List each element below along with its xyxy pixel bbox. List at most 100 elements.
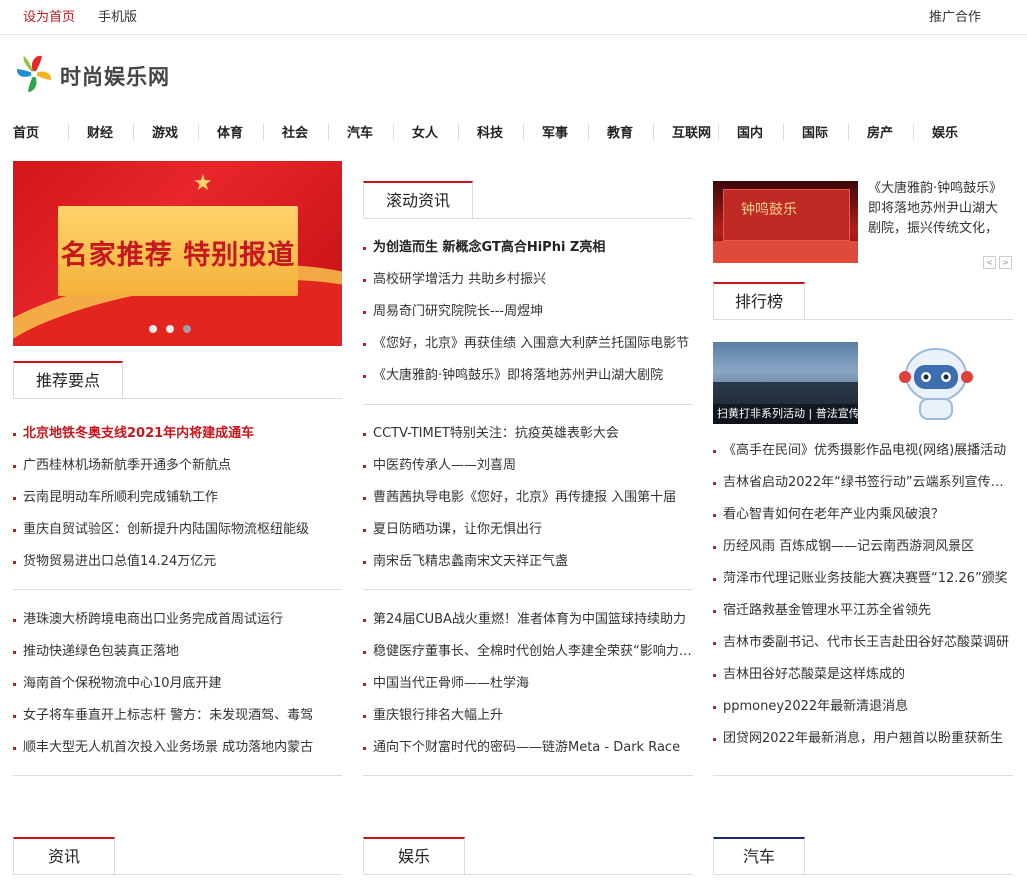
- list-item[interactable]: 曹茜茜执导电影《您好，北京》再传捷报 入围第十届: [363, 482, 693, 514]
- nav-divider: [328, 124, 329, 140]
- list-item[interactable]: 重庆自贸试验区：创新提升内陆国际物流枢纽能级: [13, 514, 342, 546]
- recommend-list-2: 港珠澳大桥跨境电商出口业务完成首周试运行 推动快递绿色包装真正落地 海南首个保税…: [13, 604, 342, 764]
- nav-item-education[interactable]: 教育: [607, 122, 633, 141]
- nav-divider: [198, 124, 199, 140]
- list-item[interactable]: 中医药传承人——刘喜周: [363, 450, 693, 482]
- list-item[interactable]: 看心智青如何在老年产业内乘风破浪？: [713, 499, 1013, 531]
- nav-item-international[interactable]: 国际: [802, 122, 828, 141]
- banner-board: 名家推荐 特别报道: [58, 206, 298, 296]
- list-item[interactable]: 周易奇门研究院院长---周煜坤: [363, 296, 693, 328]
- list-item[interactable]: CCTV-TIMET特别关注：抗疫英雄表彰大会: [363, 418, 693, 450]
- list-item[interactable]: 宿迁路救基金管理水平江苏全省领先: [713, 595, 1013, 627]
- list-item[interactable]: 历经风雨 百炼成钢——记云南西游洞风景区: [713, 531, 1013, 563]
- nav-item-society[interactable]: 社会: [282, 122, 308, 141]
- promotion-link[interactable]: 推广合作: [929, 6, 981, 25]
- list-item[interactable]: 夏日防晒功课，让你无惧出行: [363, 514, 693, 546]
- list-item[interactable]: 吉林田谷好芯酸菜是这样炼成的: [713, 659, 1013, 691]
- nav-item-realestate[interactable]: 房产: [867, 122, 893, 141]
- nav-item-auto[interactable]: 汽车: [347, 122, 373, 141]
- nav-divider: [263, 124, 264, 140]
- ranking-image-caption: 扫黄打非系列活动 | 普法宣传: [713, 404, 858, 424]
- feature-image[interactable]: 钟鸣鼓乐: [713, 181, 858, 263]
- nav-item-tech[interactable]: 科技: [477, 122, 503, 141]
- list-item[interactable]: 港珠澳大桥跨境电商出口业务完成首周试运行: [13, 604, 342, 636]
- ranking-image[interactable]: 扫黄打非系列活动 | 普法宣传: [713, 342, 858, 424]
- tab-scroll-news[interactable]: 滚动资讯: [363, 181, 473, 219]
- section-divider: [363, 775, 693, 776]
- list-item[interactable]: 稳健医疗董事长、全棉时代创始人李建全荣获“影响力人物”: [363, 636, 693, 668]
- pinwheel-logo-icon: [16, 55, 52, 92]
- list-item[interactable]: 北京地铁冬奥支线2021年内将建成通车: [13, 418, 342, 450]
- nav-divider: [848, 124, 849, 140]
- nav-item-home[interactable]: 首页: [13, 122, 39, 141]
- feature-arrows: < >: [980, 250, 1012, 269]
- list-item[interactable]: 第24届CUBA战火重燃！准者体育为中国篮球持续助力: [363, 604, 693, 636]
- list-item[interactable]: 团贷网2022年最新消息，用户翘首以盼重获新生: [713, 723, 1013, 755]
- top-bar: 设为首页 手机版 推广合作: [0, 0, 1027, 35]
- scroll-news-list-1: 为创造而生 新概念GT高合HiPhi Z亮相 高校研学增活力 共助乡村振兴 周易…: [363, 232, 693, 392]
- section-divider: [713, 319, 1013, 320]
- tab-ranking[interactable]: 排行榜: [713, 282, 805, 320]
- nav-item-women[interactable]: 女人: [412, 122, 438, 141]
- section-divider: [13, 589, 342, 590]
- feature-caption[interactable]: 《大唐雅韵·钟鸣鼓乐》即将落地苏州尹山湖大剧院，振兴传统文化，: [868, 179, 1010, 239]
- list-item[interactable]: 广西桂林机场新航季开通多个新航点: [13, 450, 342, 482]
- stage-floor: [713, 241, 858, 263]
- site-logo[interactable]: 时尚娱乐网: [14, 52, 184, 98]
- nav-item-sports[interactable]: 体育: [217, 122, 243, 141]
- star-icon: ★: [193, 171, 213, 196]
- list-item[interactable]: 通向下个财富时代的密码——链游Meta - Dark Race: [363, 732, 693, 764]
- next-arrow-icon[interactable]: >: [999, 256, 1012, 269]
- list-item[interactable]: 重庆银行排名大幅上升: [363, 700, 693, 732]
- list-item[interactable]: 货物贸易进出口总值14.24万亿元: [13, 546, 342, 578]
- list-item[interactable]: 《大唐雅韵·钟鸣鼓乐》即将落地苏州尹山湖大剧院: [363, 360, 693, 392]
- list-item[interactable]: 海南首个保税物流中心10月底开建: [13, 668, 342, 700]
- list-item[interactable]: 顺丰大型无人机首次投入业务场景 成功落地内蒙古: [13, 732, 342, 764]
- logo-text: 时尚娱乐网: [60, 64, 170, 89]
- list-item[interactable]: 为创造而生 新概念GT高合HiPhi Z亮相: [363, 232, 693, 264]
- nav-divider: [133, 124, 134, 140]
- scroll-news-list-3: 第24届CUBA战火重燃！准者体育为中国篮球持续助力 稳健医疗董事长、全棉时代创…: [363, 604, 693, 764]
- tab-entertainment[interactable]: 娱乐: [363, 837, 465, 875]
- nav-item-military[interactable]: 军事: [542, 122, 568, 141]
- list-item[interactable]: 女子将车垂直开上标志杆 警方：未发现酒驾、毒驾: [13, 700, 342, 732]
- carousel-dot[interactable]: [166, 325, 174, 333]
- robot-mascot-icon[interactable]: [892, 347, 980, 423]
- auto-section-header: 汽车: [713, 837, 1013, 875]
- list-item[interactable]: 推动快递绿色包装真正落地: [13, 636, 342, 668]
- nav-item-domestic[interactable]: 国内: [737, 122, 763, 141]
- nav-divider: [783, 124, 784, 140]
- list-item[interactable]: 吉林市委副书记、代市长王吉赴田谷好芯酸菜调研: [713, 627, 1013, 659]
- ranking-header: 排行榜: [713, 282, 1013, 320]
- tab-news[interactable]: 资讯: [13, 837, 115, 875]
- scroll-news-list-2: CCTV-TIMET特别关注：抗疫英雄表彰大会 中医药传承人——刘喜周 曹茜茜执…: [363, 418, 693, 578]
- list-item[interactable]: 南宋岳飞精忠蠡南宋文天祥正气盏: [363, 546, 693, 578]
- list-item[interactable]: 《您好，北京》再获佳绩 入围意大利萨兰托国际电影节: [363, 328, 693, 360]
- nav-divider: [458, 124, 459, 140]
- nav-divider: [718, 124, 719, 140]
- list-item[interactable]: ppmoney2022年最新清退消息: [713, 691, 1013, 723]
- banner-carousel[interactable]: ★ 名家推荐 特别报道: [13, 161, 342, 346]
- nav-divider: [588, 124, 589, 140]
- tab-recommend[interactable]: 推荐要点: [13, 361, 123, 399]
- nav-item-finance[interactable]: 财经: [87, 122, 113, 141]
- list-item[interactable]: 云南昆明动车所顺利完成铺轨工作: [13, 482, 342, 514]
- mobile-version-link[interactable]: 手机版: [98, 6, 137, 25]
- carousel-dot[interactable]: [183, 325, 191, 333]
- list-item[interactable]: 菏泽市代理记账业务技能大赛决赛暨“12.26”颁奖: [713, 563, 1013, 595]
- prev-arrow-icon[interactable]: <: [983, 256, 996, 269]
- list-item[interactable]: 《高手在民间》优秀摄影作品电视(网络)展播活动: [713, 435, 1013, 467]
- nav-divider: [523, 124, 524, 140]
- nav-divider: [653, 124, 654, 140]
- nav-item-internet[interactable]: 互联网: [672, 122, 711, 141]
- carousel-dot[interactable]: [149, 325, 157, 333]
- list-item[interactable]: 高校研学增活力 共助乡村振兴: [363, 264, 693, 296]
- list-item[interactable]: 吉林省启动2022年“绿书签行动”云端系列宣传活动: [713, 467, 1013, 499]
- tab-auto[interactable]: 汽车: [713, 837, 805, 875]
- nav-item-games[interactable]: 游戏: [152, 122, 178, 141]
- set-homepage-link[interactable]: 设为首页: [23, 6, 75, 25]
- section-divider: [13, 775, 342, 776]
- list-item[interactable]: 中国当代正骨师——杜学海: [363, 668, 693, 700]
- nav-item-entertainment[interactable]: 娱乐: [932, 122, 958, 141]
- section-divider: [713, 775, 1013, 776]
